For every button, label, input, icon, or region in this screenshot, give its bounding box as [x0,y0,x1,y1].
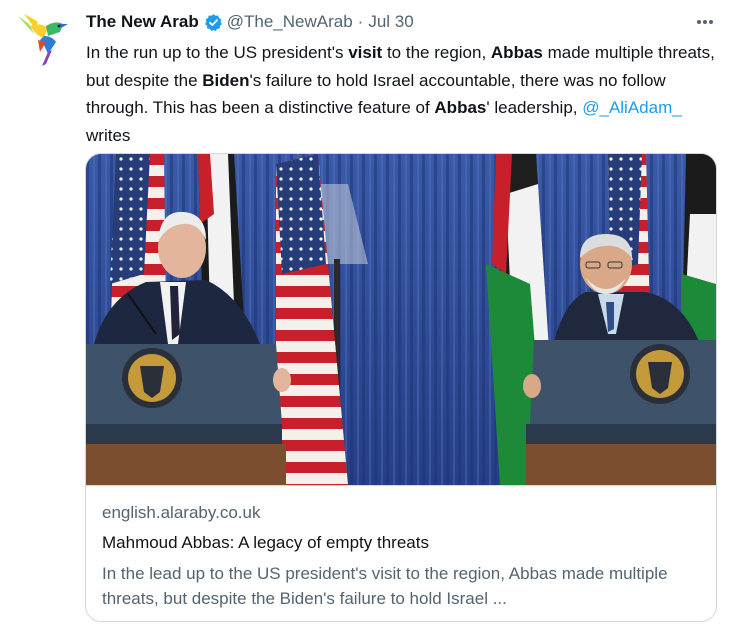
mention-link[interactable]: @_AliAdam_ [582,98,681,117]
tweet-text-part: ' leadership, [486,98,583,117]
more-horizontal-icon [697,20,713,24]
tweet-header: The New Arab @The_NewArab · Jul 30 [86,11,414,33]
card-divider [86,485,716,486]
card-description: In the lead up to the US president's vis… [102,564,668,608]
timestamp[interactable]: Jul 30 [368,12,413,32]
handle[interactable]: @The_NewArab [227,12,353,32]
tweet-text-part: writes [86,125,131,145]
highlight-abbas: Abbas [490,43,543,62]
highlight-visit: visit [348,43,383,62]
card-meta[interactable]: english.alaraby.co.uk Mahmoud Abbas: A l… [102,501,702,611]
avatar[interactable] [16,12,68,66]
card-title: Mahmoud Abbas: A legacy of empty threats [102,533,429,552]
card-domain: english.alaraby.co.uk [102,503,261,522]
link-card[interactable]: english.alaraby.co.uk Mahmoud Abbas: A l… [85,153,717,622]
press-conference-photo [86,154,716,485]
tweet-text-part: to the region, [382,43,491,62]
card-photo[interactable] [86,154,716,485]
tweet-text-part: In the run up to the US president's [86,43,349,62]
highlight-abbas: Abbas [434,98,487,117]
tweet[interactable]: The New Arab @The_NewArab · Jul 30 In th… [0,0,732,635]
display-name[interactable]: The New Arab [86,12,199,32]
verified-badge-icon [204,13,223,32]
hummingbird-logo-icon [18,14,68,66]
highlight-biden: Biden [202,70,250,90]
separator-dot: · [357,12,364,31]
tweet-text: In the run up to the US president's visi… [86,39,718,149]
more-button[interactable] [691,11,719,33]
